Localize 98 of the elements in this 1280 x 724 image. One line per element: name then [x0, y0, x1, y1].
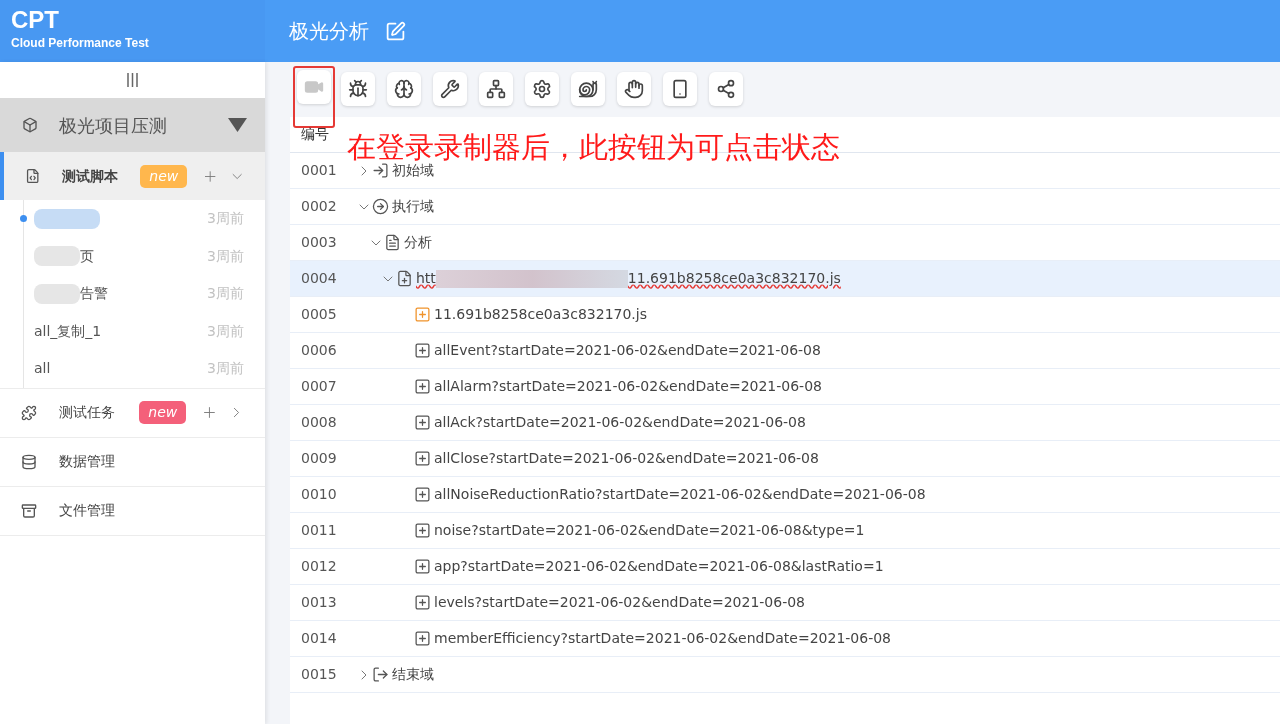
script-name: all — [34, 359, 51, 379]
script-name: 页 — [80, 246, 94, 266]
door-icon — [372, 162, 389, 179]
request-icon — [414, 558, 431, 575]
wrench-icon — [440, 79, 460, 99]
collapse-handle-icon[interactable] — [126, 72, 139, 88]
menu-item[interactable]: 文件管理 — [0, 486, 265, 535]
tree-node-label[interactable]: memberEfficiency?startDate=2021-06-02&endDate=2021-06-08 — [434, 628, 892, 649]
menu-label: 测试任务 — [58, 403, 116, 422]
menu-label: 测试脚本 — [62, 166, 120, 186]
tree-node-label[interactable]: allNoiseReductionRatio?startDate=2021-06-02&endDate=2021-06-08 — [434, 484, 926, 505]
bug-icon — [348, 79, 368, 99]
row-number: 0003 — [300, 233, 338, 252]
request-icon — [414, 450, 431, 467]
brand-subtitle: Cloud Performance Test — [11, 35, 150, 52]
gear-icon — [532, 79, 552, 99]
row-number: 0006 — [300, 341, 338, 360]
tree-node-label[interactable]: levels?startDate=2021-06-02&endDate=2021-06-08 — [434, 592, 806, 613]
row-number: 0009 — [300, 449, 338, 468]
toolbar-button[interactable] — [433, 72, 467, 106]
menu-label: 数据管理 — [59, 452, 116, 471]
tree-node-label[interactable]: allAlarm?startDate=2021-06-02&endDate=2021-06-08 — [434, 376, 822, 397]
phone-icon — [670, 79, 690, 99]
toolbar-button[interactable] — [709, 72, 743, 106]
toolbar-button[interactable] — [571, 72, 605, 106]
tree-node-label[interactable]: 执行域 — [392, 196, 434, 217]
tree-node-label[interactable]: allEvent?startDate=2021-06-02&endDate=2021-06-08 — [434, 340, 821, 361]
row-number: 0015 — [300, 665, 338, 684]
script-time: 3周前 — [207, 246, 244, 266]
row-number: 0005 — [300, 305, 338, 324]
toolbar-button[interactable] — [525, 72, 559, 106]
menu-item[interactable]: 数据管理 — [0, 437, 265, 486]
cube-icon — [22, 117, 38, 133]
script-time: 3周前 — [207, 321, 244, 341]
new-badge: new — [140, 164, 188, 188]
row-number: 0002 — [300, 197, 338, 216]
archive-icon — [21, 502, 37, 519]
new-badge: new — [139, 401, 187, 424]
database-icon — [21, 453, 37, 470]
tree-node-label[interactable]: allAck?startDate=2021-06-02&endDate=2021-06-08 — [434, 412, 806, 433]
tree-node-label[interactable]: htt — [416, 268, 436, 289]
tree-node-label[interactable]: 分析 — [404, 232, 432, 253]
hierarchy-icon — [486, 79, 506, 99]
script-name: 告警 — [80, 284, 108, 304]
script-item[interactable]: all_复制_1 3周前 — [24, 312, 265, 350]
row-number: 0011 — [300, 521, 338, 540]
request-icon — [414, 594, 431, 611]
toolbar-button[interactable] — [387, 72, 421, 106]
request-icon — [414, 522, 431, 539]
menu-item[interactable]: 测试任务 new — [0, 388, 265, 437]
tree-node-label[interactable]: noise?startDate=2021-06-02&endDate=2021-06-08&type=1 — [434, 520, 865, 541]
toolbar-button[interactable] — [479, 72, 513, 106]
row-number: 0007 — [300, 377, 338, 396]
document-icon — [384, 234, 401, 251]
menu-item[interactable]: 测试脚本 new — [0, 152, 265, 200]
script-item[interactable]: 告警 3周前 — [24, 275, 265, 313]
tree-node-label[interactable]: 结束域 — [392, 664, 434, 685]
request-icon — [414, 414, 431, 431]
column-header: 编号 — [300, 125, 329, 144]
script-item[interactable]: 页 3周前 — [24, 237, 265, 275]
script-icon — [25, 168, 41, 184]
page-icon — [396, 270, 413, 287]
script-time: 3周前 — [207, 284, 244, 304]
request-icon — [414, 378, 431, 395]
request-icon — [414, 342, 431, 359]
tree-node-label[interactable]: app?startDate=2021-06-02&endDate=2021-06-08&lastRatio=1 — [434, 556, 884, 577]
script-time: 3周前 — [207, 209, 244, 229]
script-time: 3周前 — [207, 359, 244, 379]
tree-node-label[interactable]: 11.691b8258ce0a3c832170.js — [627, 268, 841, 289]
request-icon — [414, 486, 431, 503]
tree-node-label[interactable]: allClose?startDate=2021-06-02&endDate=2021-06-08 — [434, 448, 819, 469]
snail-icon — [578, 79, 598, 99]
row-number: 0001 — [300, 161, 338, 180]
toolbar-button[interactable] — [617, 72, 651, 106]
row-number: 0014 — [300, 629, 338, 648]
door-icon — [372, 666, 389, 683]
file-add-icon — [414, 306, 431, 323]
toolbar-button[interactable] — [341, 72, 375, 106]
row-number: 0008 — [300, 413, 338, 432]
toolbar-button[interactable] — [663, 72, 697, 106]
hand-icon — [624, 79, 644, 99]
script-name: all_复制_1 — [34, 321, 102, 341]
row-number: 0013 — [300, 593, 338, 612]
menu-label: 文件管理 — [59, 501, 116, 520]
script-item[interactable]: all 3周前 — [24, 350, 265, 388]
puzzle-icon — [21, 404, 37, 421]
row-number: 0012 — [300, 557, 338, 576]
tree-node-label[interactable]: 初始域 — [392, 160, 434, 181]
request-icon — [414, 630, 431, 647]
tree-node-label[interactable]: 11.691b8258ce0a3c832170.js — [434, 304, 647, 325]
row-number: 0004 — [300, 269, 338, 288]
brand-logo: CPT — [11, 6, 60, 34]
brain-icon — [394, 79, 414, 99]
nodes-icon — [716, 79, 736, 99]
page-title: 极光分析 — [289, 18, 369, 45]
edit-icon[interactable] — [385, 20, 406, 42]
row-number: 0010 — [300, 485, 338, 504]
project-selector[interactable]: 极光项目压测 — [0, 98, 265, 152]
